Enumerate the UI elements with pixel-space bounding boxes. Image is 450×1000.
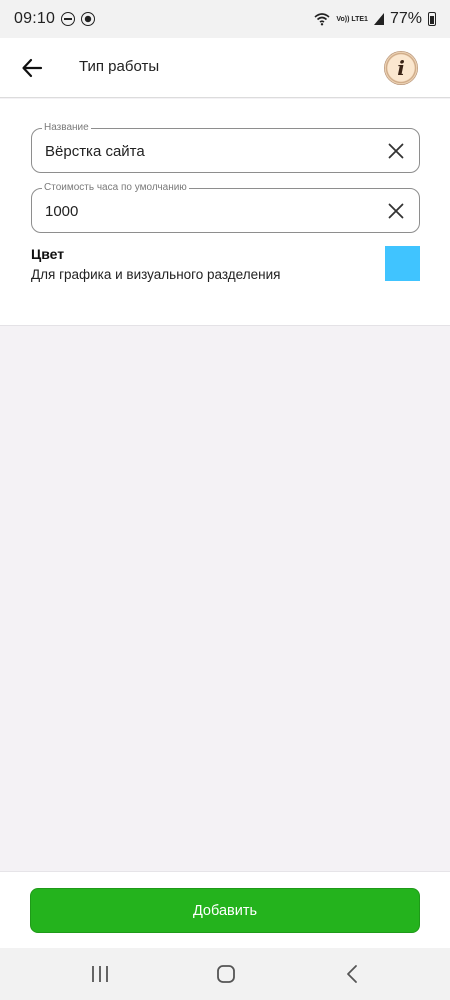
name-field-label: Название	[42, 122, 91, 134]
back-icon[interactable]	[343, 964, 363, 984]
bottom-action-area: Добавить	[0, 871, 450, 948]
rate-field: Стоимость часа по умолчанию	[31, 182, 420, 233]
info-button[interactable]: i	[384, 51, 418, 85]
notification-icon	[81, 12, 96, 26]
color-subtitle: Для графика и визуального разделения	[31, 267, 281, 282]
battery-icon	[428, 12, 436, 26]
battery-percent: 77%	[389, 10, 422, 27]
status-time: 09:10	[14, 10, 56, 27]
close-icon	[388, 203, 404, 219]
color-title: Цвет	[31, 246, 65, 262]
page-title: Тип работы	[79, 58, 160, 75]
arrow-left-icon	[22, 58, 43, 78]
clear-name-button[interactable]	[385, 140, 407, 162]
color-swatch[interactable]	[385, 246, 420, 281]
name-field: Название	[31, 122, 420, 173]
do-not-disturb-icon	[61, 12, 76, 26]
name-input[interactable]	[45, 140, 365, 162]
status-bar: 09:10 Vo)) LTE1 77%	[0, 0, 450, 38]
rate-input[interactable]	[45, 200, 365, 222]
recent-apps-icon[interactable]	[90, 965, 110, 983]
status-right: Vo)) LTE1 77%	[314, 10, 436, 28]
clear-rate-button[interactable]	[385, 200, 407, 222]
system-nav-bar	[0, 948, 450, 1000]
form-card: Название Стоимость часа по умолчанию Цве…	[0, 99, 450, 326]
status-left: 09:10	[14, 10, 96, 28]
info-icon: i	[397, 56, 405, 80]
signal-icon	[373, 13, 384, 25]
home-icon[interactable]	[216, 964, 236, 984]
rate-field-label: Стоимость часа по умолчанию	[42, 182, 189, 194]
wifi-icon	[314, 13, 330, 26]
add-button[interactable]: Добавить	[30, 888, 420, 933]
close-icon	[388, 143, 404, 159]
back-button[interactable]	[16, 52, 48, 84]
volte-indicator: Vo)) LTE1	[336, 15, 368, 23]
app-bar: Тип работы i	[0, 38, 450, 98]
